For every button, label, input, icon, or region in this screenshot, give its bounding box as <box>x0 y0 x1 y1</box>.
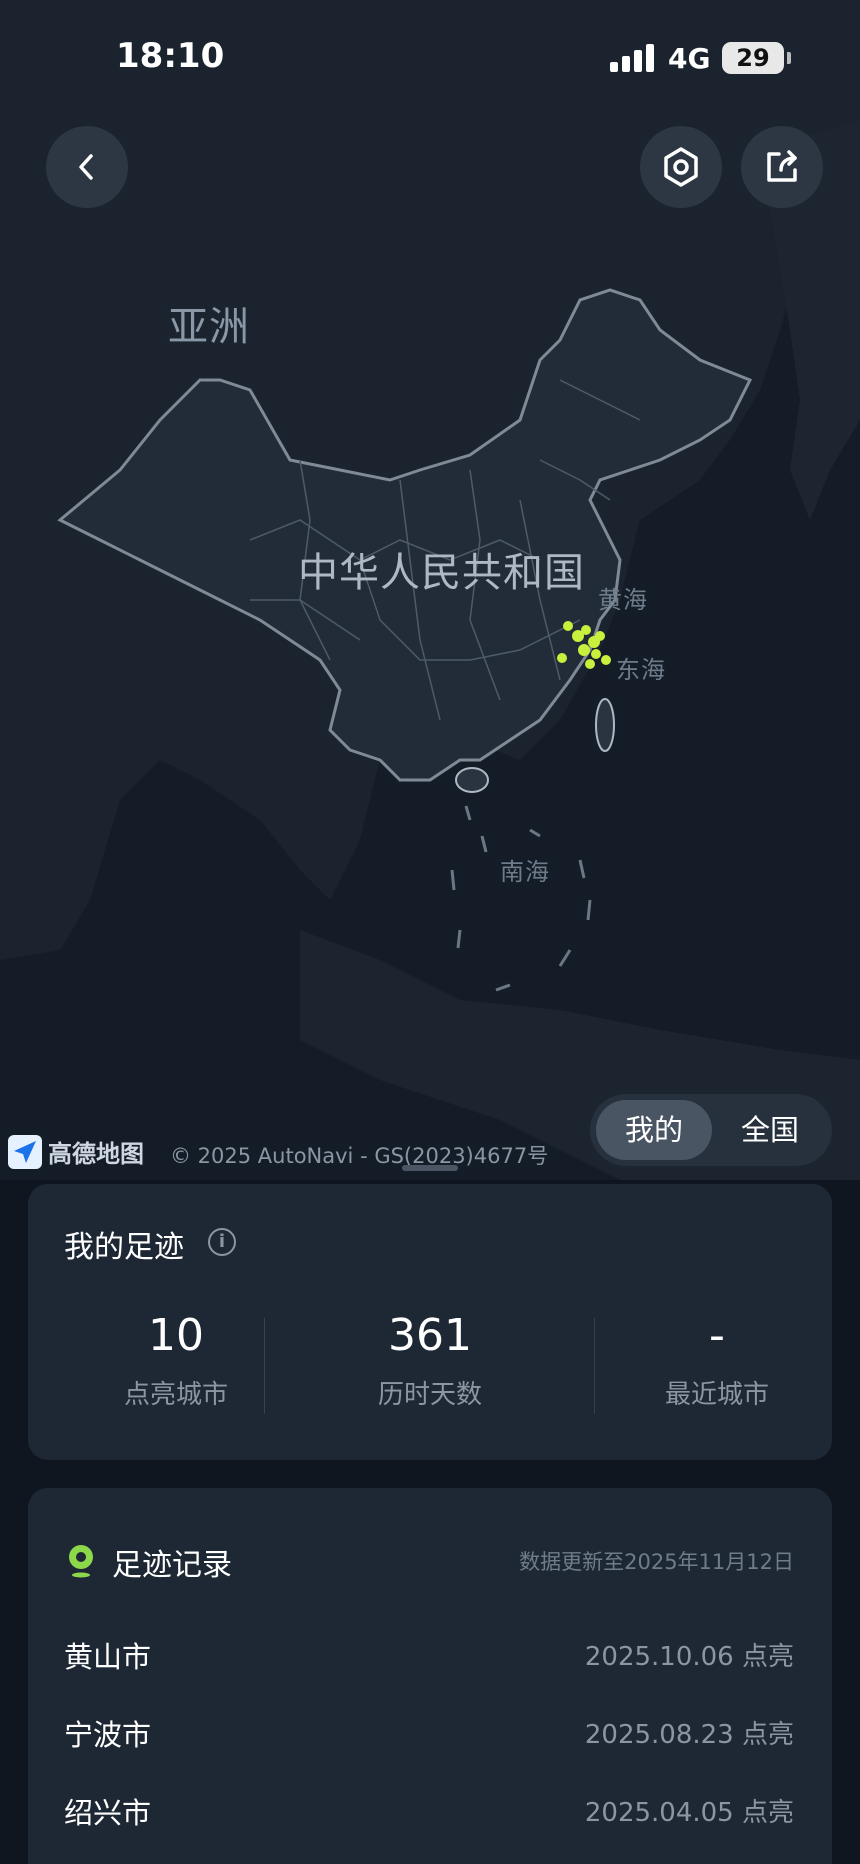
settings-button[interactable] <box>640 126 722 208</box>
record-city: 黄山市 <box>64 1640 152 1674</box>
list-item[interactable]: 宁波市 2025.08.23 点亮 <box>64 1712 794 1752</box>
sheet-drag-handle[interactable] <box>402 1165 458 1171</box>
amap-logo-text: 高德地图 <box>48 1140 144 1168</box>
records-card: 足迹记录 数据更新至2025年11月12日 黄山市 2025.10.06 点亮 … <box>28 1488 832 1864</box>
list-item[interactable]: 绍兴市 2025.04.05 点亮 <box>64 1790 794 1830</box>
back-button[interactable] <box>46 126 128 208</box>
toggle-mine[interactable]: 我的 <box>596 1100 712 1160</box>
amap-logo-icon <box>8 1134 42 1169</box>
signal-icon <box>610 44 654 72</box>
stat-divider <box>594 1318 595 1414</box>
update-timestamp: 数据更新至2025年11月12日 <box>519 1550 794 1574</box>
scope-toggle[interactable]: 我的 全国 <box>590 1094 832 1166</box>
chevron-left-icon <box>79 154 93 180</box>
stat-label: 点亮城市 <box>123 1380 228 1410</box>
stat-value: 10 <box>148 1310 204 1361</box>
info-icon[interactable]: i <box>208 1228 236 1256</box>
record-date: 2025.08.23 点亮 <box>584 1720 794 1750</box>
sea-label-south: 南海 <box>500 858 550 886</box>
stat-value: 361 <box>388 1310 472 1361</box>
status-bar: 18:10 4G 29 <box>0 0 860 120</box>
stat-label: 最近城市 <box>664 1380 769 1410</box>
location-pin-icon <box>69 1545 93 1578</box>
hexagon-settings-icon <box>664 147 698 187</box>
records-title: 足迹记录 <box>112 1548 232 1583</box>
amap-logo: 高德地图 <box>8 1134 144 1169</box>
list-item[interactable]: 黄山市 2025.10.06 点亮 <box>64 1634 794 1674</box>
share-icon <box>767 150 797 182</box>
stat-divider <box>264 1318 265 1414</box>
network-type: 4G <box>668 42 711 75</box>
footprint-card: 我的足迹 i 10 点亮城市 361 历时天数 - 最近城市 <box>28 1184 832 1460</box>
sea-label-yellow: 黄海 <box>598 586 648 614</box>
stat-lit-cities: 10 点亮城市 <box>64 1310 288 1411</box>
toggle-nationwide[interactable]: 全国 <box>712 1100 828 1160</box>
record-date: 2025.10.06 点亮 <box>584 1642 794 1672</box>
share-button[interactable] <box>741 126 823 208</box>
battery-icon: 29 <box>722 42 791 74</box>
status-time: 18:10 <box>116 36 225 76</box>
stat-recent-city: - 最近城市 <box>612 1310 822 1411</box>
map-copyright: © 2025 AutoNavi - GS(2023)4677号 <box>170 1144 549 1168</box>
footprint-title: 我的足迹 <box>64 1230 184 1265</box>
sea-label-east: 东海 <box>616 656 666 684</box>
footprint-map[interactable]: 亚洲 中华人民共和国 黄海 东海 南海 <box>0 0 860 1180</box>
record-date: 2025.04.05 点亮 <box>584 1798 794 1828</box>
country-label: 中华人民共和国 <box>298 550 585 596</box>
record-city: 宁波市 <box>64 1718 152 1752</box>
record-city: 绍兴市 <box>64 1796 152 1830</box>
stat-value: - <box>709 1310 725 1361</box>
stat-days: 361 历时天数 <box>290 1310 570 1411</box>
continent-label: 亚洲 <box>168 304 250 350</box>
stat-label: 历时天数 <box>377 1380 482 1410</box>
